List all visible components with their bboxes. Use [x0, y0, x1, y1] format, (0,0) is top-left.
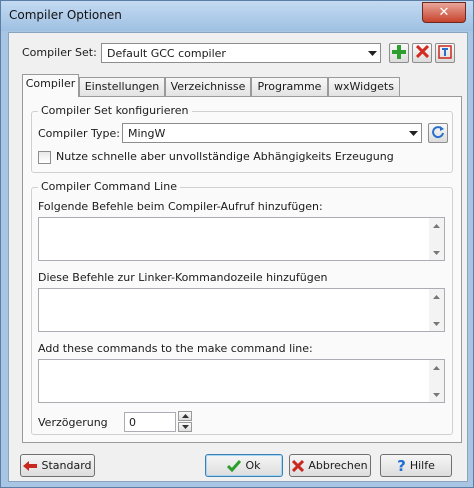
tab-einstellungen[interactable]: Einstellungen [79, 77, 165, 96]
scroll-up-icon[interactable] [429, 360, 444, 375]
cancel-button[interactable]: Abbrechen [289, 454, 371, 477]
cancel-icon [292, 459, 305, 472]
chevron-down-icon [405, 124, 421, 142]
tab-verzeichnisse[interactable]: Verzeichnisse [165, 77, 251, 96]
compiler-set-label: Compiler Set: [22, 46, 97, 59]
ok-button-label: Ok [245, 459, 261, 472]
window-title: Compiler Optionen [9, 8, 122, 22]
compiler-set-configure-group: Compiler Set konfigurieren Compiler Type… [31, 104, 453, 173]
linker-commands-label: Diese Befehle zur Linker-Kommandozeile h… [38, 271, 328, 284]
scroll-up-icon[interactable] [429, 218, 444, 233]
help-icon: ? [397, 456, 406, 475]
group-title-configure: Compiler Set konfigurieren [38, 104, 192, 117]
delay-input[interactable]: 0 [124, 412, 176, 432]
refresh-icon [431, 125, 445, 142]
tab-panel-compiler: Compiler Set konfigurieren Compiler Type… [22, 96, 462, 443]
compiler-commands-scrollbar[interactable] [429, 218, 444, 260]
compiler-commands-textarea[interactable] [38, 217, 445, 261]
compiler-set-value: Default GCC compiler [107, 47, 226, 60]
title-bar: Compiler Optionen ✕ [1, 1, 473, 31]
ok-button[interactable]: Ok [205, 454, 283, 477]
tab-wxwidgets[interactable]: wxWidgets [328, 77, 400, 96]
make-commands-scrollbar[interactable] [429, 360, 444, 402]
default-button[interactable]: Standard [20, 454, 95, 477]
fast-dependency-checkbox[interactable] [38, 151, 51, 164]
compiler-command-line-group: Compiler Command Line Folgende Befehle b… [31, 180, 453, 435]
help-button-label: Hilfe [409, 459, 435, 472]
scroll-down-icon[interactable] [429, 387, 444, 402]
compiler-commands-label: Folgende Befehle beim Compiler-Aufruf hi… [38, 200, 323, 213]
delete-icon [415, 44, 429, 61]
add-compiler-set-button[interactable] [389, 43, 409, 63]
make-commands-textarea[interactable] [38, 359, 445, 403]
dialog-body: Compiler Set: Default GCC compiler Compi… [8, 32, 468, 482]
default-button-label: Standard [41, 459, 92, 472]
scroll-down-icon[interactable] [429, 245, 444, 260]
delay-spinner[interactable] [178, 411, 192, 433]
dialog-window: Compiler Optionen ✕ Compiler Set: Defaul… [0, 0, 474, 488]
fast-dependency-label: Nutze schnelle aber unvollständige Abhän… [56, 150, 394, 163]
scroll-up-icon[interactable] [429, 289, 444, 304]
compiler-type-select[interactable]: MingW [122, 123, 422, 143]
cancel-button-label: Abbrechen [308, 459, 368, 472]
compiler-set-select[interactable]: Default GCC compiler [101, 43, 381, 63]
check-icon [227, 459, 242, 472]
rename-icon [438, 44, 452, 62]
tab-compiler[interactable]: Compiler [22, 74, 79, 97]
tab-programme[interactable]: Programme [251, 77, 328, 96]
plus-icon [392, 44, 406, 62]
close-button[interactable]: ✕ [422, 2, 466, 23]
arrow-left-icon [23, 460, 38, 471]
delay-label: Verzögerung [38, 416, 108, 429]
spin-down-icon[interactable] [178, 422, 192, 432]
delay-value: 0 [129, 416, 136, 429]
compiler-type-value: MingW [128, 127, 166, 140]
delete-compiler-set-button[interactable] [412, 43, 432, 63]
refresh-compiler-type-button[interactable] [428, 123, 448, 143]
group-title-command-line: Compiler Command Line [38, 180, 180, 193]
rename-compiler-set-button[interactable] [435, 43, 455, 63]
help-button[interactable]: ? Hilfe [380, 454, 452, 477]
linker-commands-textarea[interactable] [38, 288, 445, 332]
compiler-type-label: Compiler Type: [38, 127, 120, 140]
chevron-down-icon [364, 44, 380, 62]
make-commands-label: Add these commands to the make command l… [38, 342, 313, 355]
linker-commands-scrollbar[interactable] [429, 289, 444, 331]
scroll-down-icon[interactable] [429, 316, 444, 331]
spin-up-icon[interactable] [178, 411, 192, 421]
